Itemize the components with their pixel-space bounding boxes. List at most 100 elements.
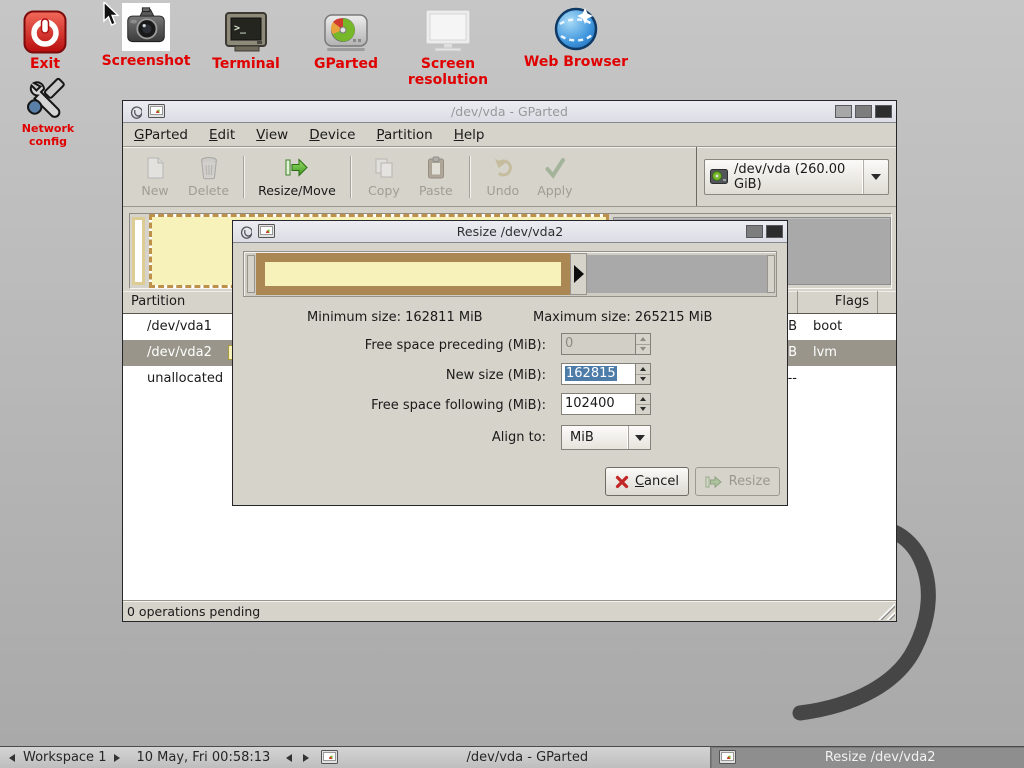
mouse-cursor [103, 2, 123, 28]
undo-button[interactable]: Undo [477, 154, 529, 200]
device-combo-value: /dev/vda (260.00 GiB) [734, 162, 857, 192]
new-button[interactable]: New [129, 154, 181, 200]
resize-slider-widget [243, 251, 777, 297]
resize-move-button[interactable]: Resize/Move [251, 154, 343, 200]
desktop-icon-label: Web Browser [508, 54, 644, 70]
resize-move-icon [284, 156, 310, 180]
resize-dialog: Resize /dev/vda2 Minimum size: 162811 Mi… [232, 220, 788, 506]
desktop-icon-screen-resolution[interactable]: Screen resolution [388, 4, 508, 88]
desktop-icon-network-config[interactable]: Network config [8, 70, 88, 148]
device-combo-arrow [863, 160, 883, 194]
new-partition-icon [144, 156, 166, 180]
copy-button[interactable]: Copy [358, 154, 410, 200]
statusbar: 0 operations pending [123, 600, 896, 621]
resize-label: Resize [729, 474, 771, 489]
toolbar-separator [243, 156, 244, 198]
desktop-icon-label: Screen resolution [388, 56, 508, 88]
desktop-icon-web-browser[interactable]: Web Browser [508, 2, 644, 70]
spin-down-button[interactable] [636, 405, 650, 415]
maximum-size-text: Maximum size: 265215 MiB [533, 310, 712, 325]
menu-help[interactable]: Help [454, 127, 485, 143]
taskbar-task-gparted[interactable]: /dev/vda - GParted [344, 747, 710, 768]
workspace-prev-arrow[interactable] [9, 754, 15, 762]
toolbar-separator [350, 156, 351, 198]
align-combo-arrow [628, 426, 650, 449]
resize-button[interactable]: Resize [695, 467, 780, 496]
resize-grip[interactable] [878, 603, 895, 620]
spin-up-button[interactable] [636, 334, 650, 345]
flags-value: boot [813, 319, 842, 334]
desktop-icon-gparted[interactable]: GParted [306, 4, 386, 72]
taskbar-task-resize-dialog[interactable]: Resize /dev/vda2 [710, 747, 1024, 768]
taskbar: Workspace 1 10 May, Fri 00:58:13 /dev/vd… [0, 746, 1024, 768]
paste-icon [425, 156, 447, 180]
maximize-button[interactable] [855, 105, 872, 118]
spin-down-button[interactable] [636, 345, 650, 355]
monitor-icon [422, 8, 474, 54]
tasklist-next-arrow[interactable] [303, 754, 309, 762]
toolbar-separator [469, 156, 470, 198]
dialog-titlebar[interactable]: Resize /dev/vda2 [233, 221, 787, 243]
cancel-button[interactable]: Cancel [605, 467, 689, 496]
undo-icon [492, 156, 514, 180]
right-arrow-icon [574, 265, 584, 283]
spin-down-button[interactable] [636, 375, 650, 385]
resize-far-right-handle[interactable] [767, 255, 775, 293]
dialog-title: Resize /dev/vda2 [233, 224, 787, 239]
menu-partition[interactable]: Partition [376, 127, 432, 143]
new-size-spinbox[interactable]: 162815 [561, 363, 651, 385]
partition-name: unallocated [147, 371, 223, 386]
disk-icon [323, 10, 369, 54]
resize-arrow-icon [705, 475, 723, 489]
dialog-maximize-button[interactable] [746, 225, 763, 238]
align-combo-value: MiB [562, 426, 628, 449]
globe-icon [552, 4, 600, 52]
gparted-task-icon [321, 750, 338, 765]
align-to-label: Align to: [233, 430, 546, 445]
paste-button[interactable]: Paste [410, 154, 462, 200]
camera-icon [122, 3, 170, 51]
column-header-flags[interactable]: Flags [798, 291, 878, 313]
free-space-preceding-spinbox[interactable]: 0 [561, 333, 651, 355]
delete-button[interactable]: Delete [181, 154, 236, 200]
partition-block-vda1[interactable] [132, 217, 145, 285]
cancel-x-icon [615, 475, 629, 489]
debian-swirl-icon [239, 224, 252, 239]
free-space-preceding-label: Free space preceding (MiB): [233, 338, 546, 353]
gparted-titlebar[interactable]: /dev/vda - GParted [123, 101, 896, 123]
menu-edit[interactable]: Edit [209, 127, 235, 143]
trash-icon [198, 156, 220, 180]
tools-icon [24, 74, 72, 120]
apply-button[interactable]: Apply [529, 154, 581, 200]
menu-gparted[interactable]: GParted [134, 127, 188, 143]
desktop-icon-label: Screenshot [96, 53, 196, 69]
gparted-task-icon [719, 750, 736, 765]
menu-view[interactable]: View [256, 127, 288, 143]
menubar: GParted Edit View Device Partition Help [123, 123, 896, 147]
desktop-icon-label: Network config [8, 122, 88, 148]
partition-name: /dev/vda2 [147, 345, 212, 360]
close-button[interactable] [875, 105, 892, 118]
device-combobox[interactable]: /dev/vda (260.00 GiB) [704, 159, 889, 195]
resize-left-handle[interactable] [247, 255, 255, 293]
debian-swirl-icon [129, 104, 142, 119]
align-to-combobox[interactable]: MiB [561, 425, 651, 450]
desktop-icon-terminal[interactable]: >_ Terminal [206, 4, 286, 72]
desktop-icon-exit[interactable]: Exit [12, 4, 78, 72]
menu-device[interactable]: Device [309, 127, 355, 143]
gparted-app-icon [148, 104, 165, 119]
free-space-following-label: Free space following (MiB): [233, 398, 546, 413]
device-area: /dev/vda (260.00 GiB) [696, 147, 896, 206]
resize-free-space-block [587, 255, 767, 293]
resize-right-handle[interactable] [570, 253, 587, 295]
spin-up-button[interactable] [636, 394, 650, 405]
spin-up-button[interactable] [636, 364, 650, 375]
workspace-next-arrow[interactable] [114, 754, 120, 762]
tasklist-prev-arrow[interactable] [286, 754, 292, 762]
resize-partition-block[interactable] [256, 253, 570, 295]
free-space-following-spinbox[interactable]: 102400 [561, 393, 651, 415]
flags-value: lvm [813, 345, 837, 360]
new-size-label: New size (MiB): [233, 368, 546, 383]
dialog-close-button[interactable] [766, 225, 783, 238]
minimize-button[interactable] [835, 105, 852, 118]
